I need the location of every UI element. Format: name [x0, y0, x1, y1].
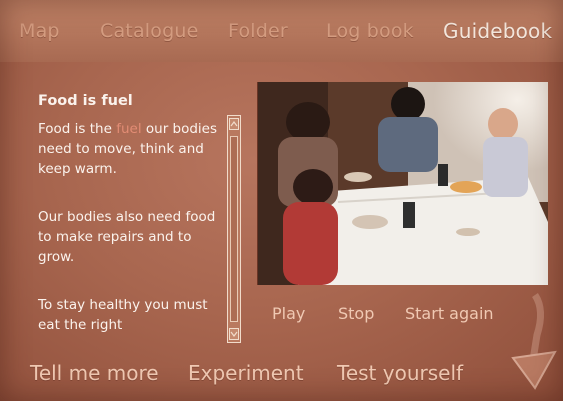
chevron-down-icon: [230, 331, 238, 337]
paragraph-3: To stay healthy you must eat the right: [38, 297, 208, 333]
nav-catalogue[interactable]: Catalogue: [100, 20, 199, 42]
scroll-track[interactable]: [230, 136, 238, 322]
family-dinner-image: [258, 82, 548, 285]
highlighted-word: fuel: [116, 121, 142, 137]
experiment-button[interactable]: Experiment: [188, 361, 304, 385]
stop-button[interactable]: Stop: [338, 304, 374, 323]
info-text-panel: Food is fuel Food is the fuel our bodies…: [18, 80, 238, 342]
nav-guidebook[interactable]: Guidebook: [443, 19, 552, 43]
nav-map[interactable]: Map: [19, 20, 60, 42]
chevron-up-icon: [230, 121, 238, 127]
paragraph-2: Our bodies also need food to make repair…: [38, 209, 216, 265]
play-button[interactable]: Play: [272, 304, 305, 323]
paragraph-1: Food is the fuel our bodies need to move…: [38, 119, 218, 179]
down-arrow-icon[interactable]: [505, 290, 560, 395]
paragraph-1-start: Food is the: [38, 121, 112, 137]
nav-folder[interactable]: Folder: [228, 20, 288, 42]
video-frame: [257, 82, 548, 285]
start-again-button[interactable]: Start again: [405, 304, 494, 323]
top-navigation: Map Catalogue Folder Log book Guidebook: [0, 0, 563, 62]
scroll-up-button[interactable]: [229, 118, 239, 130]
nav-log-book[interactable]: Log book: [326, 20, 414, 42]
tell-me-more-button[interactable]: Tell me more: [30, 361, 159, 385]
scroll-down-button[interactable]: [229, 328, 239, 340]
text-scrollbar[interactable]: [227, 115, 241, 343]
test-yourself-button[interactable]: Test yourself: [337, 361, 463, 385]
page-title: Food is fuel: [38, 93, 133, 109]
